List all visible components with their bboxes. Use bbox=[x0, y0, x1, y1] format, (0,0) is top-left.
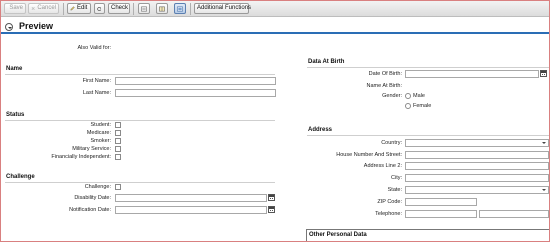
toolbar-separator bbox=[63, 3, 64, 15]
additional-functions-label: Additional Functions bbox=[197, 5, 252, 11]
status-section-title: Status bbox=[6, 112, 25, 118]
smoker-label: Smoker: bbox=[90, 138, 111, 144]
preview-title: Preview bbox=[19, 21, 54, 31]
military-service-label: Military Service: bbox=[72, 146, 111, 152]
disability-date-label: Disability Date: bbox=[74, 195, 111, 201]
calendar-icon[interactable] bbox=[268, 194, 275, 201]
section-divider bbox=[5, 120, 275, 121]
country-label: Country: bbox=[381, 140, 402, 146]
section-divider bbox=[5, 182, 275, 183]
cancel-icon bbox=[31, 6, 35, 11]
save-button[interactable]: Save bbox=[4, 3, 26, 14]
additional-functions-button[interactable]: Additional Functions bbox=[194, 3, 252, 14]
financially-independent-checkbox[interactable] bbox=[115, 154, 121, 160]
toolbar: Save Cancel Edit Check Additional Functi… bbox=[1, 1, 549, 17]
refresh-button[interactable] bbox=[94, 3, 105, 14]
edit-label: Edit bbox=[77, 5, 88, 11]
check-button[interactable]: Check bbox=[108, 3, 130, 14]
section-divider bbox=[307, 67, 549, 68]
gender-female-radio[interactable] bbox=[405, 103, 411, 109]
student-checkbox[interactable] bbox=[115, 122, 121, 128]
zip-code-label: ZIP Code: bbox=[377, 199, 402, 205]
gender-male-radio[interactable] bbox=[405, 93, 411, 99]
cancel-label: Cancel bbox=[37, 5, 56, 11]
challenge-checkbox[interactable] bbox=[115, 184, 121, 190]
country-select[interactable] bbox=[405, 139, 549, 147]
layout-preview-icon bbox=[177, 6, 183, 11]
zip-code-field[interactable] bbox=[405, 198, 477, 206]
last-name-field[interactable] bbox=[115, 89, 276, 97]
section-divider bbox=[5, 74, 275, 75]
name-section-title: Name bbox=[6, 66, 23, 72]
military-service-checkbox[interactable] bbox=[115, 146, 121, 152]
date-of-birth-field[interactable] bbox=[405, 70, 539, 78]
city-label: City: bbox=[391, 175, 402, 181]
birth-section-title: Data At Birth bbox=[308, 59, 345, 65]
address-section-title: Address bbox=[308, 127, 333, 133]
house-number-street-label: House Number And Street: bbox=[336, 152, 402, 158]
edit-button[interactable]: Edit bbox=[67, 3, 91, 14]
other-personal-data-panel: Other Personal Data bbox=[306, 229, 549, 241]
last-name-label: Last Name: bbox=[82, 90, 111, 96]
gender-male-label: Male bbox=[413, 93, 425, 99]
layout-preview-button[interactable] bbox=[174, 3, 186, 14]
calendar-icon[interactable] bbox=[268, 206, 275, 213]
toolbar-separator bbox=[190, 3, 191, 15]
telephone-extension-field[interactable] bbox=[479, 210, 549, 218]
also-valid-for-label: Also Valid for: bbox=[77, 45, 111, 51]
address-line-2-label: Address Line 2: bbox=[363, 163, 402, 169]
check-label: Check bbox=[111, 5, 129, 11]
medicare-label: Medicare: bbox=[86, 130, 111, 136]
state-select[interactable] bbox=[405, 186, 549, 194]
challenge-section-title: Challenge bbox=[6, 174, 35, 180]
save-label: Save bbox=[9, 5, 23, 11]
challenge-label: Challenge: bbox=[84, 184, 111, 190]
gender-female-label: Female bbox=[413, 103, 432, 109]
layout-columns-button[interactable] bbox=[156, 3, 168, 14]
first-name-field[interactable] bbox=[115, 77, 276, 85]
first-name-label: First Name: bbox=[82, 78, 111, 84]
refresh-icon bbox=[97, 6, 102, 11]
city-field[interactable] bbox=[405, 174, 549, 182]
cancel-button[interactable]: Cancel bbox=[28, 3, 59, 14]
app-frame: Save Cancel Edit Check Additional Functi… bbox=[0, 0, 550, 242]
layout-columns-icon bbox=[159, 6, 165, 11]
smoker-checkbox[interactable] bbox=[115, 138, 121, 144]
chevron-down-icon bbox=[542, 142, 546, 144]
medicare-checkbox[interactable] bbox=[115, 130, 121, 136]
toolbar-separator bbox=[133, 3, 134, 15]
student-label: Student: bbox=[90, 122, 112, 128]
date-of-birth-label: Date Of Birth: bbox=[368, 71, 402, 77]
financially-independent-label: Financially Independent: bbox=[51, 154, 111, 160]
telephone-label: Telephone: bbox=[375, 211, 402, 217]
layout-single-button[interactable] bbox=[138, 3, 150, 14]
gender-label: Gender: bbox=[382, 93, 402, 99]
preview-header: Preview bbox=[1, 20, 549, 34]
pencil-icon bbox=[70, 6, 75, 11]
notification-date-field[interactable] bbox=[115, 206, 267, 214]
section-divider bbox=[307, 135, 549, 136]
chevron-down-icon bbox=[542, 189, 546, 191]
address-line-2-field[interactable] bbox=[405, 162, 549, 170]
telephone-field[interactable] bbox=[405, 210, 477, 218]
disability-date-field[interactable] bbox=[115, 194, 267, 202]
house-number-street-field[interactable] bbox=[405, 151, 549, 159]
other-personal-data-title: Other Personal Data bbox=[309, 232, 367, 238]
calendar-icon[interactable] bbox=[540, 70, 547, 77]
layout-single-icon bbox=[141, 6, 147, 11]
collapse-icon[interactable] bbox=[5, 23, 13, 31]
name-at-birth-label: Name At Birth: bbox=[366, 83, 402, 89]
state-label: State: bbox=[387, 187, 402, 193]
notification-date-label: Notification Date: bbox=[69, 207, 111, 213]
